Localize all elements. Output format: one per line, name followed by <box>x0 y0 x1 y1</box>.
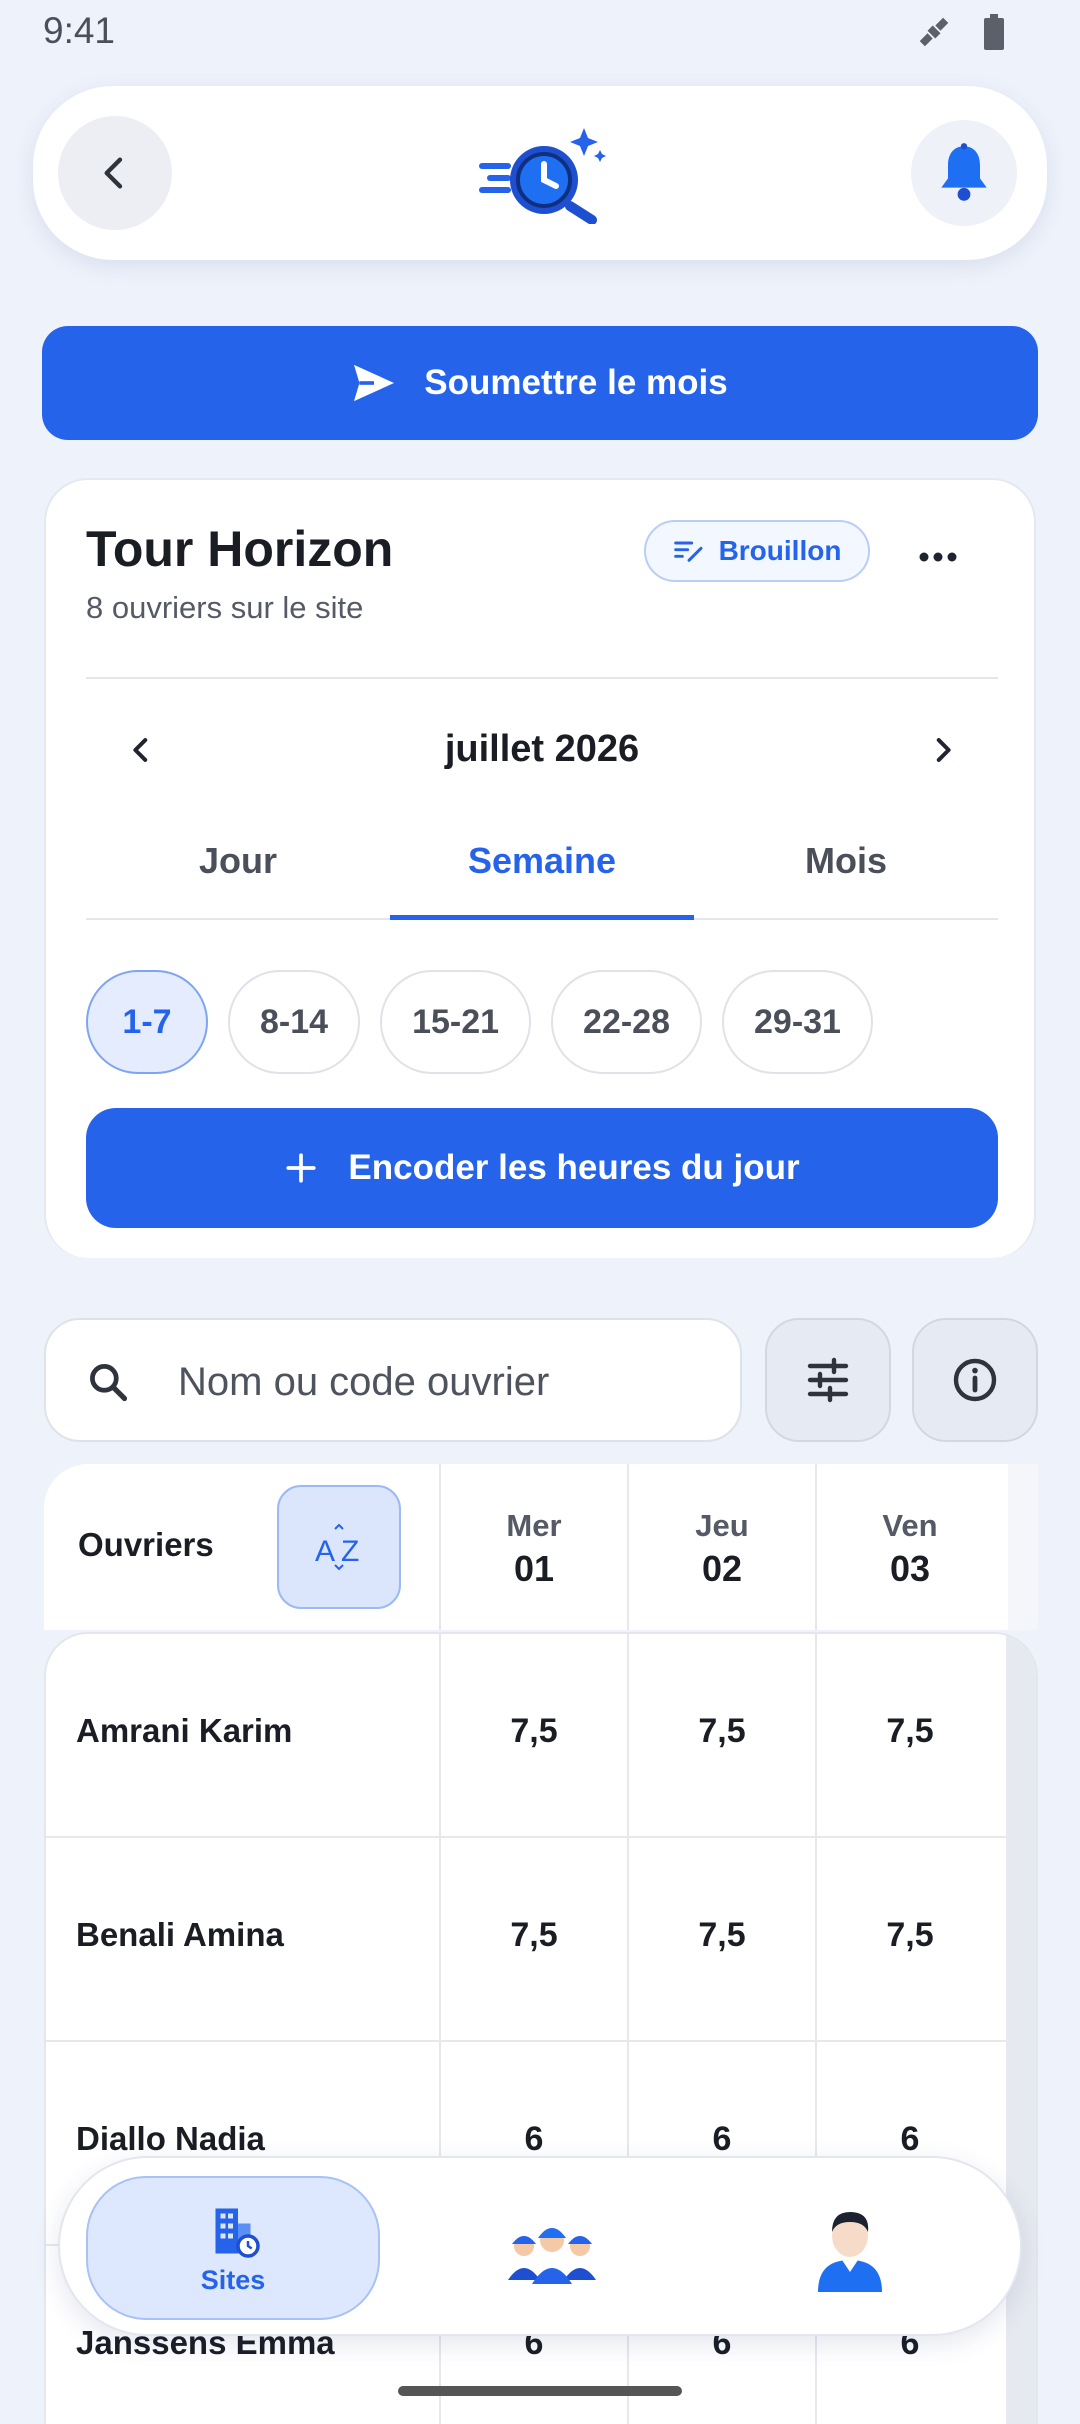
filter-button[interactable] <box>765 1318 891 1442</box>
notifications-button[interactable] <box>911 120 1017 226</box>
back-button[interactable] <box>58 116 172 230</box>
info-icon <box>953 1358 997 1402</box>
hours-cell[interactable]: 7,5 <box>627 1634 815 1838</box>
next-month-button[interactable] <box>903 710 983 790</box>
status-badge-label: Brouillon <box>718 535 842 566</box>
search-field[interactable] <box>44 1318 742 1442</box>
horizontal-scroll-track[interactable] <box>1006 1634 1036 2424</box>
sort-alpha-button[interactable]: A Z <box>277 1485 401 1609</box>
site-title: Tour Horizon <box>86 521 394 577</box>
encode-hours-label: Encoder les heures du jour <box>348 1148 800 1187</box>
search-icon <box>90 1364 128 1402</box>
day-number: 03 <box>889 1548 931 1589</box>
week-chips: 1-7 8-14 15-21 22-28 29-31 <box>86 970 873 1074</box>
day-name: Ven <box>882 1508 938 1543</box>
hours-cell[interactable]: 7,5 <box>439 1634 627 1838</box>
worker-name: Amrani Karim <box>76 1712 293 1749</box>
battery-icon <box>984 14 1004 50</box>
site-worker-count: 8 ouvriers sur le site <box>86 590 364 625</box>
status-bar: 9:41 <box>0 0 1080 62</box>
bell-icon <box>941 143 987 201</box>
workers-group-icon <box>508 2228 596 2284</box>
day-name: Mer <box>506 1508 562 1543</box>
day-number: 01 <box>513 1548 555 1589</box>
info-button[interactable] <box>912 1318 1038 1442</box>
svg-text:Z: Z <box>341 1535 359 1568</box>
table-row[interactable]: Amrani Karim 7,5 7,5 7,5 <box>46 1634 1010 1838</box>
site-card: Tour Horizon 8 ouvriers sur le site Brou… <box>44 478 1036 1258</box>
top-app-bar <box>33 86 1047 260</box>
search-input[interactable] <box>178 1350 718 1414</box>
week-chip-8-14[interactable]: 8-14 <box>228 970 361 1074</box>
worker-name: Benali Amina <box>76 1916 284 1953</box>
month-label: juillet 2026 <box>444 728 640 770</box>
submit-month-label: Soumettre le mois <box>424 363 728 402</box>
week-chip-15-21[interactable]: 15-21 <box>380 970 532 1074</box>
week-chip-29-31[interactable]: 29-31 <box>722 970 873 1074</box>
bottom-navigation: Sites <box>58 2156 1022 2336</box>
satellite-icon <box>919 17 949 47</box>
app-logo-icon <box>479 128 606 224</box>
month-navigator: juillet 2026 <box>86 710 998 790</box>
day-column-header: Mer 01 <box>439 1464 627 1630</box>
send-icon <box>354 364 395 402</box>
more-options-button[interactable] <box>908 532 968 582</box>
edit-note-icon <box>673 541 703 562</box>
sort-az-icon: A Z <box>315 1523 359 1571</box>
tab-jour[interactable]: Jour <box>86 824 390 918</box>
more-horizontal-icon <box>919 552 957 562</box>
encode-hours-button[interactable]: Encoder les heures du jour <box>86 1108 998 1228</box>
svg-text:A: A <box>315 1535 335 1568</box>
table-row[interactable]: Benali Amina 7,5 7,5 7,5 <box>46 1838 1010 2042</box>
chevron-right-icon <box>936 738 951 762</box>
home-indicator <box>398 2386 682 2396</box>
hours-table-header: Ouvriers A Z Mer 01 Jeu 02 Ven 03 <box>44 1464 1008 1630</box>
chevron-left-icon <box>104 157 123 189</box>
app-screen: 9:41 Soumettre le mois Tour Horizon 8 ou… <box>0 0 1080 2424</box>
period-tabs: Jour Semaine Mois <box>86 824 998 920</box>
day-number: 02 <box>701 1548 743 1589</box>
day-column-header: Ven 03 <box>815 1464 1003 1630</box>
week-chip-1-7[interactable]: 1-7 <box>86 970 208 1074</box>
day-name: Jeu <box>695 1508 749 1543</box>
worker-name: Diallo Nadia <box>76 2120 265 2157</box>
tab-mois[interactable]: Mois <box>694 824 998 918</box>
profile-avatar-icon <box>818 2212 882 2292</box>
nav-sites-label: Sites <box>200 2264 266 2295</box>
day-column-header: Jeu 02 <box>627 1464 815 1630</box>
table-header-edge <box>1008 1464 1038 1630</box>
nav-profile[interactable] <box>770 2176 930 2320</box>
divider <box>86 677 998 679</box>
week-chip-22-28[interactable]: 22-28 <box>551 970 702 1074</box>
plus-icon <box>286 1153 316 1183</box>
status-time: 9:41 <box>43 10 116 51</box>
hours-cell[interactable]: 7,5 <box>627 1838 815 2042</box>
nav-workers[interactable] <box>472 2176 632 2320</box>
hours-cell[interactable]: 7,5 <box>815 1838 1003 2042</box>
building-icon <box>215 2208 260 2258</box>
workers-column-header: Ouvriers <box>78 1526 214 1563</box>
submit-month-button[interactable]: Soumettre le mois <box>42 326 1038 440</box>
hours-cell[interactable]: 7,5 <box>439 1838 627 2042</box>
nav-sites[interactable]: Sites <box>86 2176 380 2320</box>
tab-semaine[interactable]: Semaine <box>390 824 694 920</box>
hours-cell[interactable]: 7,5 <box>815 1634 1003 1838</box>
tune-icon <box>807 1357 849 1403</box>
status-badge: Brouillon <box>644 520 870 582</box>
